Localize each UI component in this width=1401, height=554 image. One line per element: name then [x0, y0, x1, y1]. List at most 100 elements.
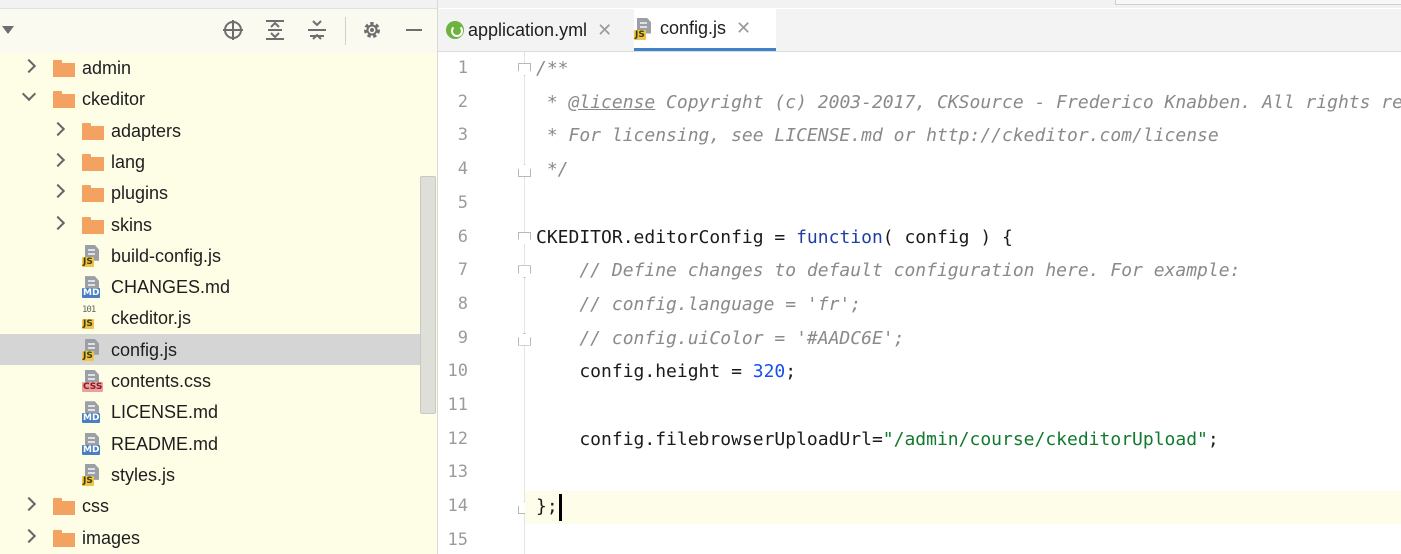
tree-item-readme-md[interactable]: MD README.md — [0, 428, 420, 459]
tree-item-build-config-js[interactable]: JS build-config.js — [0, 240, 420, 271]
tree-item-label: styles.js — [111, 464, 176, 485]
locate-crosshair-icon[interactable] — [222, 19, 244, 41]
tree-item-css[interactable]: css — [0, 490, 420, 521]
expand-all-icon[interactable] — [264, 19, 286, 41]
md-file-icon: MD — [82, 276, 104, 299]
line-number-gutter: 1 2 3 4 5 6 7 8 9 10 11 12 13 14 15 — [438, 52, 531, 554]
js-file-icon: JS — [82, 244, 104, 267]
code-line: CKEDITOR.editorConfig = function( config… — [536, 227, 1013, 248]
code-token: @license — [568, 91, 656, 113]
folder-icon — [53, 529, 75, 547]
chevron-right-icon[interactable] — [21, 528, 37, 543]
line-number: 10 — [447, 361, 468, 382]
md-file-icon: MD — [82, 401, 104, 424]
tree-item-label: css — [82, 496, 109, 517]
code-line: config.height = 320; — [536, 361, 796, 382]
line-number: 1 — [457, 58, 468, 78]
tree-item-label: contents.css — [111, 371, 212, 391]
folder-icon — [82, 185, 104, 203]
code-token: // config.language = 'fr'; — [536, 293, 862, 315]
editor-area: application.yml ✕ JS config.js ✕ 1 2 3 4 5 6 7 8 9 10… — [438, 0, 1401, 554]
tree-scrollbar[interactable] — [420, 176, 436, 414]
line-number: 6 — [457, 226, 468, 247]
tree-item-label: skins — [111, 214, 153, 235]
tree-item-config-js[interactable]: JS config.js — [0, 333, 420, 365]
tree-item-label: ckeditor.js — [111, 308, 192, 329]
tree-item-admin[interactable]: admin — [0, 52, 420, 83]
chevron-right-icon[interactable] — [50, 152, 66, 167]
code-token: "/admin/course/ckeditorUpload" — [882, 428, 1208, 450]
tree-item-label: admin — [82, 58, 132, 78]
fold-collapse-icon[interactable] — [518, 265, 531, 279]
chevron-down-icon[interactable] — [21, 87, 37, 102]
project-toolbar — [0, 9, 437, 53]
chevron-right-icon[interactable] — [50, 215, 66, 230]
chevron-right-icon[interactable] — [21, 497, 37, 512]
line-number: 7 — [457, 260, 468, 281]
tree-item-ckeditor-js[interactable]: 101 JS ckeditor.js — [0, 302, 420, 333]
tree-item-styles-js[interactable]: JS styles.js — [0, 459, 420, 490]
collapse-all-icon[interactable] — [306, 19, 328, 41]
line-number: 14 — [447, 496, 468, 517]
panel-top-strip — [0, 0, 437, 9]
tab-application-yml[interactable]: application.yml ✕ — [446, 9, 634, 51]
tree-item-ckeditor[interactable]: ckeditor — [0, 83, 420, 114]
folder-icon — [53, 498, 75, 516]
minimize-panel-icon[interactable] — [403, 19, 425, 41]
view-dropdown-chevron-icon[interactable] — [2, 26, 14, 34]
js-badge: JS — [82, 350, 94, 361]
chevron-right-icon[interactable] — [21, 58, 37, 74]
gear-icon[interactable] — [361, 19, 383, 41]
tree-item-label: lang — [111, 151, 146, 172]
md-badge: MD — [82, 444, 101, 455]
chevron-right-icon[interactable] — [50, 121, 66, 136]
text-caret — [559, 494, 562, 521]
toolbar-divider — [345, 17, 346, 45]
line-number: 8 — [457, 293, 468, 314]
folder-icon-body — [82, 188, 104, 203]
fold-end-icon[interactable] — [518, 164, 531, 178]
close-icon[interactable]: ✕ — [736, 18, 751, 39]
tree-item-label: LICENSE.md — [111, 402, 219, 423]
js-file-icon: JS — [82, 463, 104, 486]
folder-icon-body — [82, 219, 104, 234]
fold-end-icon[interactable] — [518, 332, 531, 346]
chevron-right-icon[interactable] — [50, 184, 66, 199]
md-badge: MD — [82, 413, 101, 424]
close-icon[interactable]: ✕ — [597, 20, 612, 41]
tree-item-skins[interactable]: skins — [0, 209, 420, 240]
code-token: */ — [536, 159, 569, 181]
code-token: * — [536, 91, 569, 113]
code-token: ; — [785, 361, 797, 383]
tree-item-adapters[interactable]: adapters — [0, 115, 420, 146]
tree-item-plugins[interactable]: plugins — [0, 177, 420, 208]
code-line: }; — [536, 496, 558, 517]
code-token: // config.uiColor = '#AADC6E'; — [536, 327, 905, 349]
tree-item-images[interactable]: images — [0, 522, 420, 553]
fold-collapse-icon[interactable] — [518, 63, 531, 76]
code-token: /** — [536, 58, 569, 79]
js-file-icon: 101 JS — [82, 305, 104, 330]
binary-badge: 101 — [82, 305, 96, 316]
line-number: 9 — [457, 327, 468, 348]
tree-item-changes-md[interactable]: MD CHANGES.md — [0, 271, 420, 302]
js-file-icon: JS — [82, 338, 104, 361]
tree-item-lang[interactable]: lang — [0, 146, 420, 177]
code-token: 320 — [752, 361, 786, 383]
tree-item-license-md[interactable]: MD LICENSE.md — [0, 396, 420, 427]
code-token: * For licensing, see LICENSE.md or http:… — [536, 125, 1219, 147]
tab-config-js[interactable]: JS config.js ✕ — [634, 9, 776, 51]
tree-item-contents-css[interactable]: CSS contents.css — [0, 365, 420, 396]
line-number: 12 — [447, 428, 468, 449]
tab-label: config.js — [660, 18, 727, 38]
folder-icon — [82, 216, 104, 234]
code-line: // Define changes to default configurati… — [536, 260, 1240, 281]
tree-item-label: plugins — [111, 183, 169, 204]
spring-leaf-icon — [446, 21, 464, 39]
code-line: */ — [536, 159, 569, 180]
line-number: 11 — [447, 395, 468, 415]
fold-collapse-icon[interactable] — [518, 231, 531, 245]
js-badge: JS — [634, 29, 646, 40]
code-token: config.filebrowserUploadUrl= — [536, 428, 883, 450]
line-number: 13 — [447, 462, 468, 483]
